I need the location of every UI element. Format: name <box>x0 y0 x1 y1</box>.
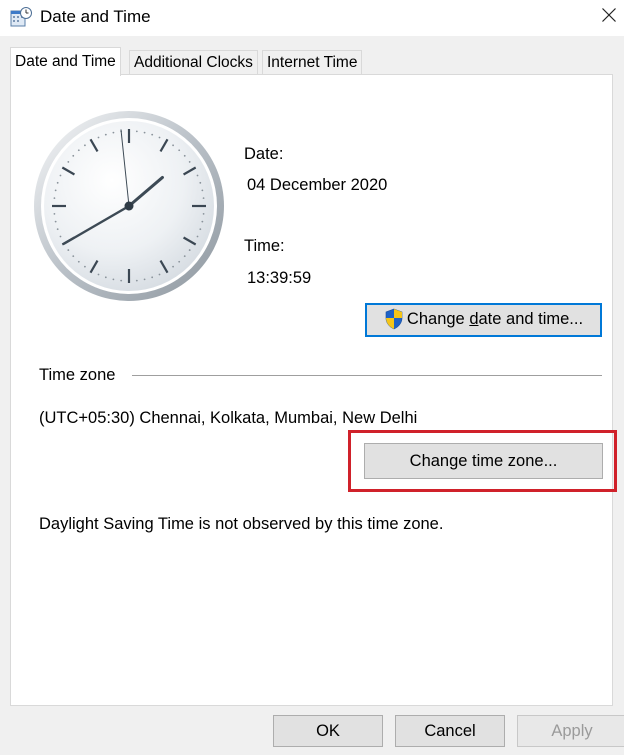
clock-minute-dot <box>77 149 80 152</box>
tab-additional-clocks[interactable]: Additional Clocks <box>129 50 258 75</box>
clock-minute-dot <box>53 197 56 200</box>
date-label: Date: <box>244 145 284 163</box>
uac-shield-icon <box>385 308 403 329</box>
clock-minute-dot <box>56 228 59 231</box>
clock-minute-dot <box>67 161 70 163</box>
clock-minute-dot <box>188 249 191 251</box>
clock-minute-dot <box>178 149 181 152</box>
clock-minute-dot <box>199 181 202 184</box>
clock-minute-dot <box>201 220 204 223</box>
clock-minute-dot <box>72 154 75 157</box>
clock-minute-dot <box>135 279 138 282</box>
clock-minute-dot <box>172 144 174 147</box>
clock-minute-dot <box>151 133 154 136</box>
clock-minute-dot <box>112 131 115 134</box>
change-date-label-end: ate and time... <box>478 310 584 329</box>
time-zone-heading: Time zone <box>39 366 116 384</box>
analog-clock <box>34 111 224 301</box>
clock-minute-dot <box>135 130 138 133</box>
clock-minute-dot <box>199 228 202 231</box>
clock-minute-dot <box>172 265 174 268</box>
clock-center <box>124 201 134 211</box>
time-zone-value: (UTC+05:30) Chennai, Kolkata, Mumbai, Ne… <box>39 409 418 427</box>
clock-minute-dot <box>202 197 205 200</box>
clock-minute-dot <box>84 265 86 268</box>
clock-minute-dot <box>59 174 62 177</box>
clock-minute-dot <box>158 273 161 276</box>
change-time-zone-button[interactable]: Change time zone... <box>364 443 603 479</box>
clock-minute-dot <box>188 161 191 163</box>
clock-minute-dot <box>59 235 62 238</box>
clock-minute-dot <box>151 276 154 279</box>
tab-date-and-time[interactable]: Date and Time <box>10 47 121 76</box>
title-bar: Date and Time <box>0 0 624 36</box>
clock-minute-dot <box>84 144 86 147</box>
change-date-label-start: Change <box>406 310 470 329</box>
date-time-app-icon <box>10 6 32 28</box>
clock-minute-dot <box>104 276 107 279</box>
clock-minute-dot <box>183 154 186 157</box>
date-value: 04 December 2020 <box>247 176 388 194</box>
window-title: Date and Time <box>40 7 151 26</box>
clock-minute-dot <box>178 260 181 263</box>
clock-minute-dot <box>143 131 146 134</box>
cancel-button[interactable]: Cancel <box>395 715 505 747</box>
clock-minute-dot <box>120 279 123 282</box>
clock-minute-dot <box>104 133 107 136</box>
tab-internet-time[interactable]: Internet Time <box>262 50 363 75</box>
clock-minute-dot <box>112 278 115 281</box>
clock-minute-dot <box>196 174 199 177</box>
clock-minute-dot <box>77 260 80 263</box>
clock-minute-dot <box>183 255 186 258</box>
time-zone-divider <box>132 375 602 376</box>
clock-minute-dot <box>54 220 57 223</box>
clock-minute-dot <box>158 136 161 139</box>
close-button[interactable] <box>588 0 624 34</box>
clock-minute-dot <box>143 278 146 281</box>
clock-minute-dot <box>201 189 204 192</box>
clock-minute-dot <box>97 273 100 276</box>
clock-minute-dot <box>202 212 205 215</box>
dst-note: Daylight Saving Time is not observed by … <box>39 515 444 533</box>
clock-minute-dot <box>97 136 100 139</box>
clock-minute-dot <box>53 212 56 215</box>
ok-button[interactable]: OK <box>273 715 383 747</box>
clock-minute-dot <box>72 255 75 258</box>
time-value: 13:39:59 <box>247 269 312 287</box>
clock-minute-dot <box>54 189 57 192</box>
clock-minute-dot <box>56 181 59 184</box>
date-and-time-panel: Date: 04 December 2020 Time: 13:39:59 Ch… <box>10 74 617 706</box>
close-icon <box>602 8 616 22</box>
change-date-and-time-button[interactable]: Change date and time... <box>365 303 602 337</box>
clock-minute-dot <box>67 249 70 251</box>
clock-minute-dot <box>196 235 199 238</box>
time-label: Time: <box>244 237 285 255</box>
apply-button[interactable]: Apply <box>517 715 624 747</box>
change-date-accelerator: d <box>469 310 479 329</box>
